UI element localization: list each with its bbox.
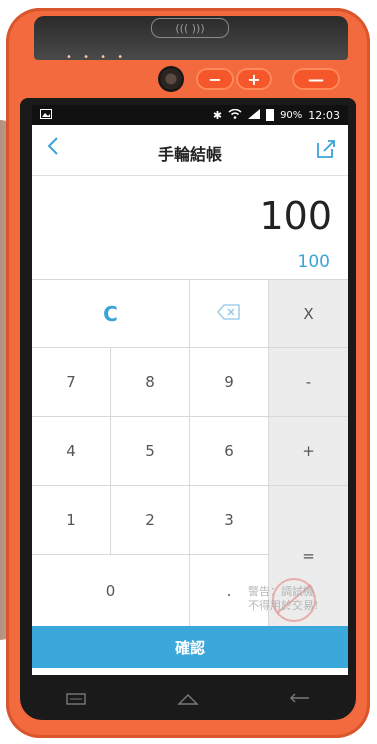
key-5[interactable]: 5 [111,417,190,486]
external-edit-icon[interactable] [314,137,338,161]
power-button[interactable]: — [292,68,340,90]
key-0[interactable]: 0 [32,555,190,626]
key-3[interactable]: 3 [190,486,269,555]
backspace-icon [217,303,241,324]
nfc-label: ((( ))) [151,18,229,38]
volume-down-button[interactable]: − [196,68,234,90]
minus-button[interactable]: - [269,348,348,417]
wifi-icon [228,108,242,122]
key-9[interactable]: 9 [190,348,269,417]
image-icon [40,108,52,122]
back-nav-icon[interactable] [280,689,320,709]
key-1[interactable]: 1 [32,486,111,555]
debug-warning-watermark: 警告：調試機 不得用於交易! [248,585,318,613]
amount-display: 100 100 [32,176,348,279]
home-icon[interactable] [168,689,208,709]
clock: 12:03 [308,108,340,122]
key-8[interactable]: 8 [111,348,190,417]
key-7[interactable]: 7 [32,348,111,417]
battery-icon [266,109,275,121]
confirm-button[interactable]: 確認 [32,626,348,668]
camera-lens [158,66,184,92]
key-2[interactable]: 2 [111,486,190,555]
clear-button[interactable]: C [32,279,190,348]
app-bar: 手輪結帳 [32,125,348,176]
key-4[interactable]: 4 [32,417,111,486]
multiply-button[interactable]: X [269,279,348,348]
system-nav-bar [20,678,356,720]
key-6[interactable]: 6 [190,417,269,486]
warning-line-2: 不得用於交易! [248,599,319,612]
volume-up-button[interactable]: + [236,68,272,90]
page-title: 手輪結帳 [157,145,222,164]
status-bar: ✱ 90% 12:03 [32,105,348,125]
bluetooth-icon: ✱ [212,108,223,122]
signal-icon [248,108,261,122]
recent-apps-icon[interactable] [56,689,96,709]
backspace-button[interactable] [190,279,269,348]
battery-percent: 90% [280,109,303,121]
status-right: ✱ 90% 12:03 [212,108,340,122]
speaker-dots: • • • • [66,52,128,63]
amount-main: 100 [259,194,332,238]
keypad: C X 7 8 9 - 4 5 6 + 1 2 3 = 0 . [32,279,348,629]
amount-secondary: 100 [297,252,330,272]
plus-button[interactable]: + [269,417,348,486]
warning-line-1: 警告：調試機 [248,585,314,598]
